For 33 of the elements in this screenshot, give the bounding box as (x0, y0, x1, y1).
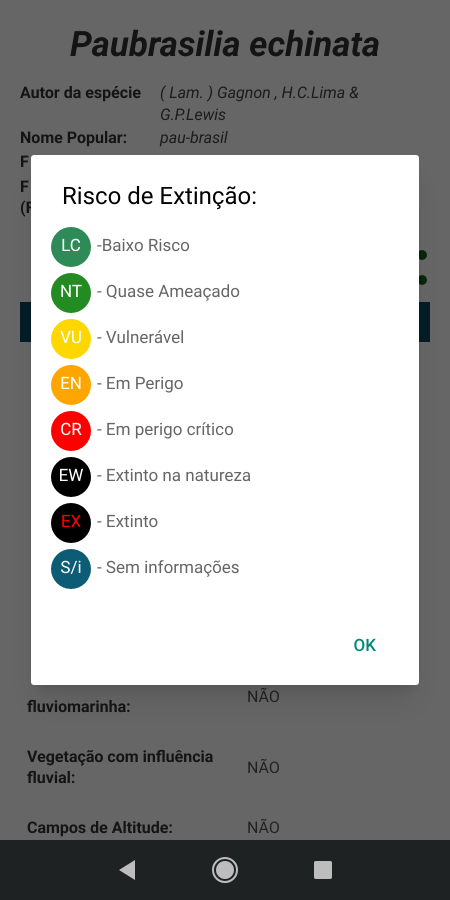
field-label: Campos de Altitude: (27, 817, 174, 838)
risk-code: S/i (60, 557, 82, 580)
field-value: NÃO (247, 756, 280, 778)
dialog-title: Risco de Extinção: (62, 181, 258, 211)
field-value: NÃO (247, 817, 280, 838)
risk-label: - Sem informações (97, 557, 240, 580)
field-label: Autor da espécie (20, 82, 142, 104)
field-label: F (20, 176, 29, 197)
field-value: pau-brasil (160, 127, 229, 149)
risk-code: EN (60, 373, 82, 396)
risk-label: - Quase Ameaçado (97, 281, 240, 304)
field-label: F (20, 151, 29, 172)
risk-code: LC (61, 235, 81, 258)
risk-code: EX (60, 511, 82, 534)
species-title: Paubrasilia echinata (68, 23, 382, 67)
risk-code: NT (60, 281, 82, 304)
risk-code: VU (60, 327, 82, 350)
risk-code: CR (60, 419, 82, 442)
risk-label: - Extinto (97, 511, 158, 534)
field-label: Nome Popular: (20, 127, 128, 149)
risk-label: - Em perigo crítico (97, 419, 234, 442)
home-icon[interactable] (211, 856, 239, 884)
field-label: Vegetação com influência fluvial: (27, 746, 214, 788)
field-value: NÃO (247, 686, 280, 706)
back-icon[interactable] (117, 859, 137, 881)
field-label: fluviomarinha: (27, 696, 132, 717)
ok-button[interactable]: OK (350, 632, 379, 661)
risk-label: - Em Perigo (97, 373, 184, 396)
risk-code: EW (58, 465, 84, 488)
risk-label: - Vulnerável (97, 327, 184, 350)
risk-label: - Extinto na natureza (97, 465, 252, 488)
risk-label: -Baixo Risco (97, 235, 190, 258)
recents-icon[interactable] (313, 860, 333, 880)
